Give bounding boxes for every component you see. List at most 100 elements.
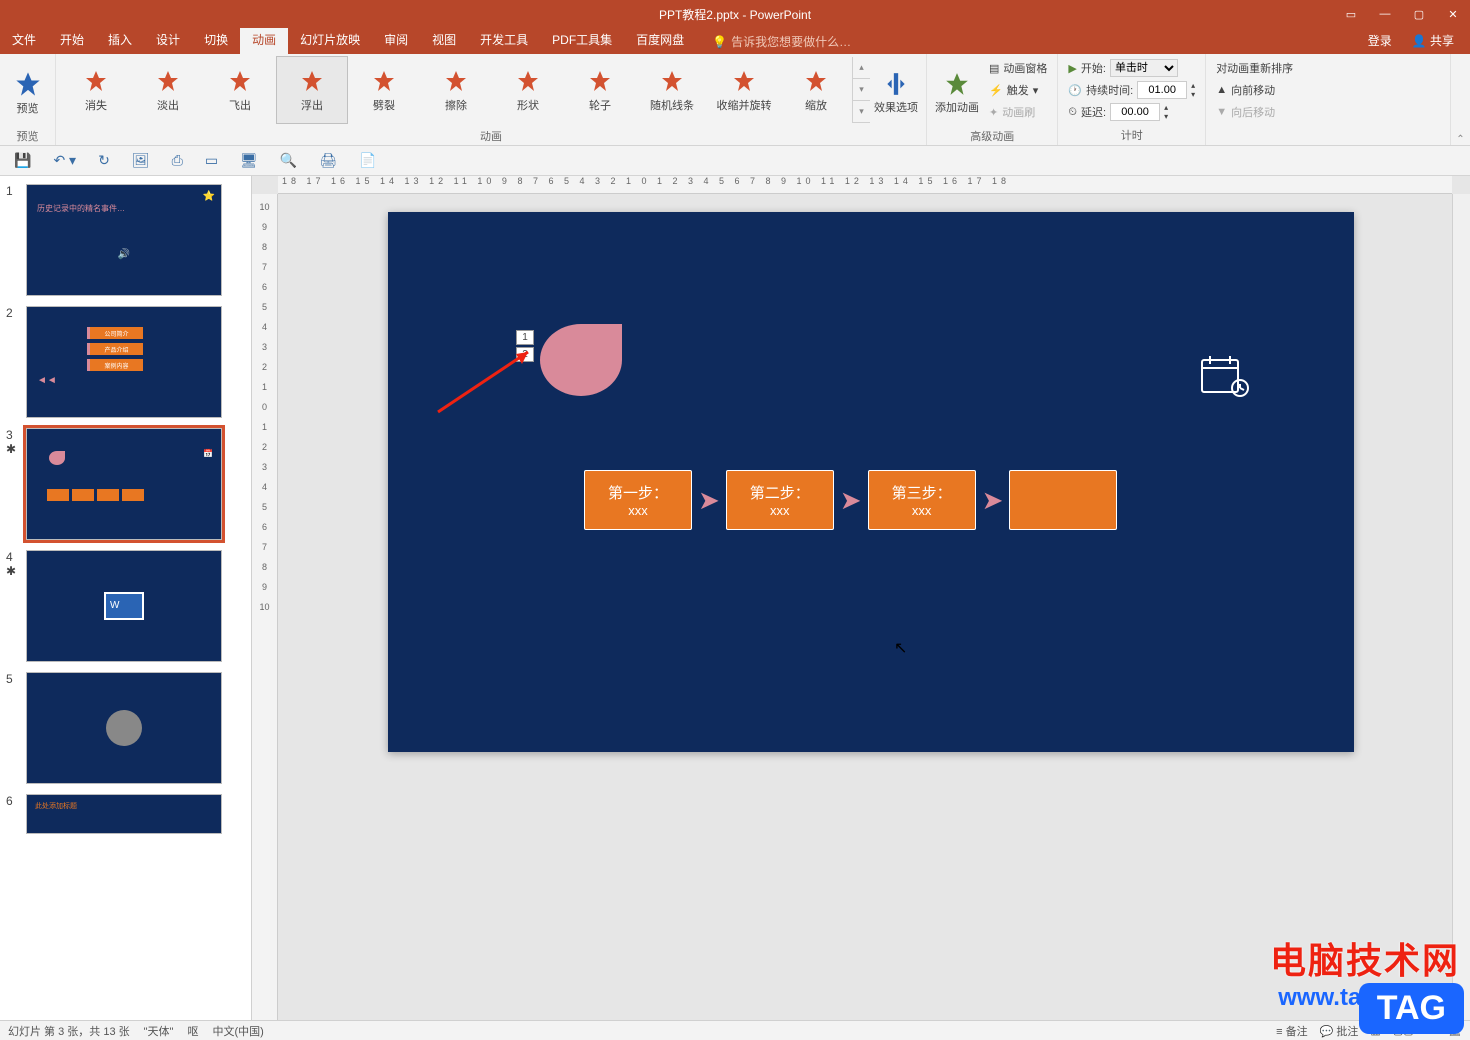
- print-icon[interactable]: 🖨: [319, 152, 337, 169]
- more-icon[interactable]: ⎙: [172, 152, 183, 169]
- maximize-icon[interactable]: ▢: [1402, 0, 1436, 28]
- thumb-number: 1: [6, 184, 20, 296]
- tab-file[interactable]: 文件: [0, 26, 48, 54]
- ribbon-display-icon[interactable]: ▭: [1334, 0, 1368, 28]
- step1-sub: xxx: [628, 503, 648, 518]
- tell-me[interactable]: 💡 告诉我您想要做什么…: [712, 33, 851, 54]
- tab-baidu[interactable]: 百度网盘: [624, 26, 696, 54]
- from-beginning-icon[interactable]: ▭: [205, 152, 218, 169]
- anim-zoom[interactable]: 缩放: [780, 56, 852, 124]
- tab-transitions[interactable]: 切换: [192, 26, 240, 54]
- tab-design[interactable]: 设计: [144, 26, 192, 54]
- slide-thumb-4[interactable]: W: [26, 550, 222, 662]
- slide-counter[interactable]: 幻灯片 第 3 张，共 13 张: [8, 1023, 130, 1039]
- flow-step-4[interactable]: [1009, 470, 1117, 530]
- thumb-number: 6: [6, 794, 20, 834]
- anim-fade[interactable]: 淡出: [132, 56, 204, 124]
- anim-wheel[interactable]: 轮子: [564, 56, 636, 124]
- effect-options-button[interactable]: 效果选项: [870, 56, 922, 126]
- statusbar: 幻灯片 第 3 张，共 13 张 "天体" 呕 中文(中国) ≡ 备注 💬 批注…: [0, 1020, 1470, 1040]
- animation-pane-button[interactable]: ▤动画窗格: [989, 58, 1047, 78]
- slide-thumb-1[interactable]: ⭐ 历史记录中的精名事件… 🔊: [26, 184, 222, 296]
- doc-icon[interactable]: 📄: [359, 152, 376, 169]
- quick-access-toolbar: 💾 ↶ ▾ ↻ 🖼 ⎙ ▭ 🖥 🔍 🖨 📄: [0, 146, 1470, 176]
- anim-flyout[interactable]: 飞出: [204, 56, 276, 124]
- lang-button[interactable]: 呕: [187, 1023, 198, 1039]
- undo-icon[interactable]: ↶ ▾: [53, 152, 76, 169]
- close-icon[interactable]: ✕: [1436, 0, 1470, 28]
- zoom-icon[interactable]: 🔍: [280, 152, 297, 169]
- anim-randombars[interactable]: 随机线条: [636, 56, 708, 124]
- tab-animations[interactable]: 动画: [240, 26, 288, 54]
- thumb-row[interactable]: 2 公司简介 产品介绍 案例内容 ◄◄: [6, 306, 245, 418]
- flow-step-3[interactable]: 第三步：xxx: [868, 470, 976, 530]
- login-button[interactable]: 登录: [1360, 29, 1400, 52]
- thumb1-title: 历史记录中的精名事件…: [37, 203, 125, 214]
- anim-label: 浮出: [301, 97, 323, 113]
- thumb-row[interactable]: 4✱ W: [6, 550, 245, 662]
- anim-split[interactable]: 劈裂: [348, 56, 420, 124]
- thumb-row[interactable]: 1 ⭐ 历史记录中的精名事件… 🔊: [6, 184, 245, 296]
- tab-home[interactable]: 开始: [48, 26, 96, 54]
- tab-pdf[interactable]: PDF工具集: [540, 26, 624, 54]
- add-anim-label: 添加动画: [935, 99, 979, 115]
- trigger-button[interactable]: ⚡触发 ▾: [989, 80, 1047, 100]
- tab-review[interactable]: 审阅: [372, 26, 420, 54]
- gallery-scroll[interactable]: ▴▾▾: [852, 57, 870, 123]
- thumb2-box: 案例内容: [87, 359, 143, 371]
- slide-canvas[interactable]: 1 2 第一步：xxx ➤ 第二步：xxx ➤ 第三步：: [388, 212, 1354, 752]
- start-select[interactable]: 单击时: [1110, 59, 1178, 77]
- slide-thumb-3[interactable]: 📅: [26, 428, 222, 540]
- slide-thumb-6[interactable]: 此处添加标题: [26, 794, 222, 834]
- comments-button[interactable]: 💬 批注: [1320, 1023, 1359, 1039]
- present-icon[interactable]: 🖥: [240, 152, 258, 169]
- anim-label: 擦除: [445, 97, 467, 113]
- animation-gallery[interactable]: 消失 淡出 飞出 浮出 劈裂 擦除 形状 轮子 随机线条 收缩并旋转 缩放 ▴▾…: [60, 56, 870, 124]
- thumb2-box: 公司简介: [87, 327, 143, 339]
- anim-floatout[interactable]: 浮出: [276, 56, 348, 124]
- tab-view[interactable]: 视图: [420, 26, 468, 54]
- thumb-row[interactable]: 5: [6, 672, 245, 784]
- tab-slideshow[interactable]: 幻灯片放映: [288, 26, 372, 54]
- delay-icon: ⏲: [1068, 106, 1077, 119]
- anim-label: 飞出: [229, 97, 251, 113]
- redo-icon[interactable]: ↻: [98, 152, 110, 169]
- slide-panel[interactable]: 1 ⭐ 历史记录中的精名事件… 🔊 2 公司简介 产品介绍 案例内容 ◄◄ 3✱: [0, 176, 252, 1020]
- slide-thumb-2[interactable]: 公司简介 产品介绍 案例内容 ◄◄: [26, 306, 222, 418]
- share-button[interactable]: 👤 共享: [1404, 29, 1462, 52]
- preview-button[interactable]: 预览: [4, 56, 51, 126]
- thumb2-box: 产品介绍: [87, 343, 143, 355]
- minimize-icon[interactable]: —: [1368, 0, 1402, 28]
- thumb-row[interactable]: 6 此处添加标题: [6, 794, 245, 834]
- calendar-clock-icon[interactable]: [1200, 354, 1250, 398]
- screenshot-icon[interactable]: 🖼: [132, 152, 150, 169]
- flow-diagram[interactable]: 第一步：xxx ➤ 第二步：xxx ➤ 第三步：xxx ➤: [584, 470, 1117, 530]
- scrollbar-vertical[interactable]: [1452, 194, 1470, 1020]
- flow-step-2[interactable]: 第二步：xxx: [726, 470, 834, 530]
- anim-disappear[interactable]: 消失: [60, 56, 132, 124]
- save-icon[interactable]: 💾: [14, 152, 31, 169]
- thumb-number: 2: [6, 306, 20, 418]
- anim-shape[interactable]: 形状: [492, 56, 564, 124]
- collapse-ribbon-icon[interactable]: ⌃: [1450, 54, 1470, 145]
- move-earlier-button[interactable]: ▲向前移动: [1216, 80, 1293, 100]
- start-label: 开始:: [1081, 60, 1106, 76]
- delay-input[interactable]: [1110, 103, 1160, 121]
- animation-painter-button[interactable]: ✦动画刷: [989, 102, 1047, 122]
- teardrop-shape[interactable]: [540, 324, 622, 396]
- add-animation-button[interactable]: 添加动画: [931, 56, 983, 126]
- clock-icon: 🕐: [1068, 84, 1082, 97]
- anim-label: 收缩并旋转: [717, 97, 772, 113]
- tab-insert[interactable]: 插入: [96, 26, 144, 54]
- language-indicator[interactable]: 中文(中国): [212, 1023, 263, 1039]
- duration-input[interactable]: [1137, 81, 1187, 99]
- tab-developer[interactable]: 开发工具: [468, 26, 540, 54]
- notes-button[interactable]: ≡ 备注: [1276, 1023, 1307, 1039]
- anim-wipe[interactable]: 擦除: [420, 56, 492, 124]
- flow-arrow-icon: ➤: [840, 485, 862, 516]
- flow-step-1[interactable]: 第一步：xxx: [584, 470, 692, 530]
- slide-thumb-5[interactable]: [26, 672, 222, 784]
- thumb-row[interactable]: 3✱ 📅: [6, 428, 245, 540]
- anim-shrink[interactable]: 收缩并旋转: [708, 56, 780, 124]
- effect-options-label: 效果选项: [874, 99, 918, 115]
